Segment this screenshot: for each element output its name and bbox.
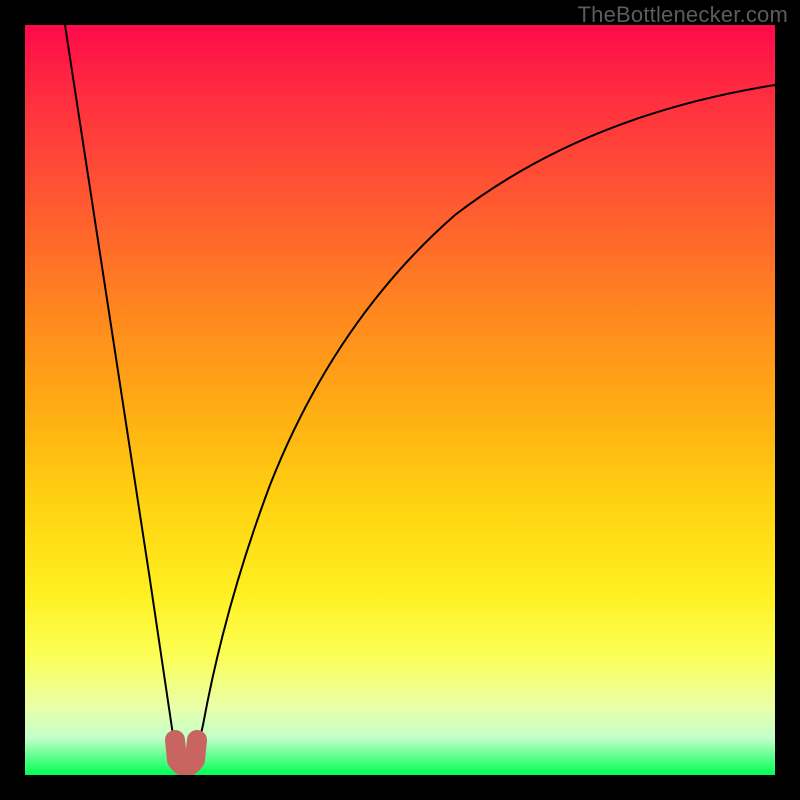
bottleneck-curve-right — [195, 85, 775, 760]
plot-area — [25, 25, 775, 775]
chart-frame: TheBottlenecker.com — [0, 0, 800, 800]
optimum-marker-icon — [175, 740, 197, 767]
bottleneck-curve-left — [65, 25, 178, 760]
curve-layer — [25, 25, 775, 775]
